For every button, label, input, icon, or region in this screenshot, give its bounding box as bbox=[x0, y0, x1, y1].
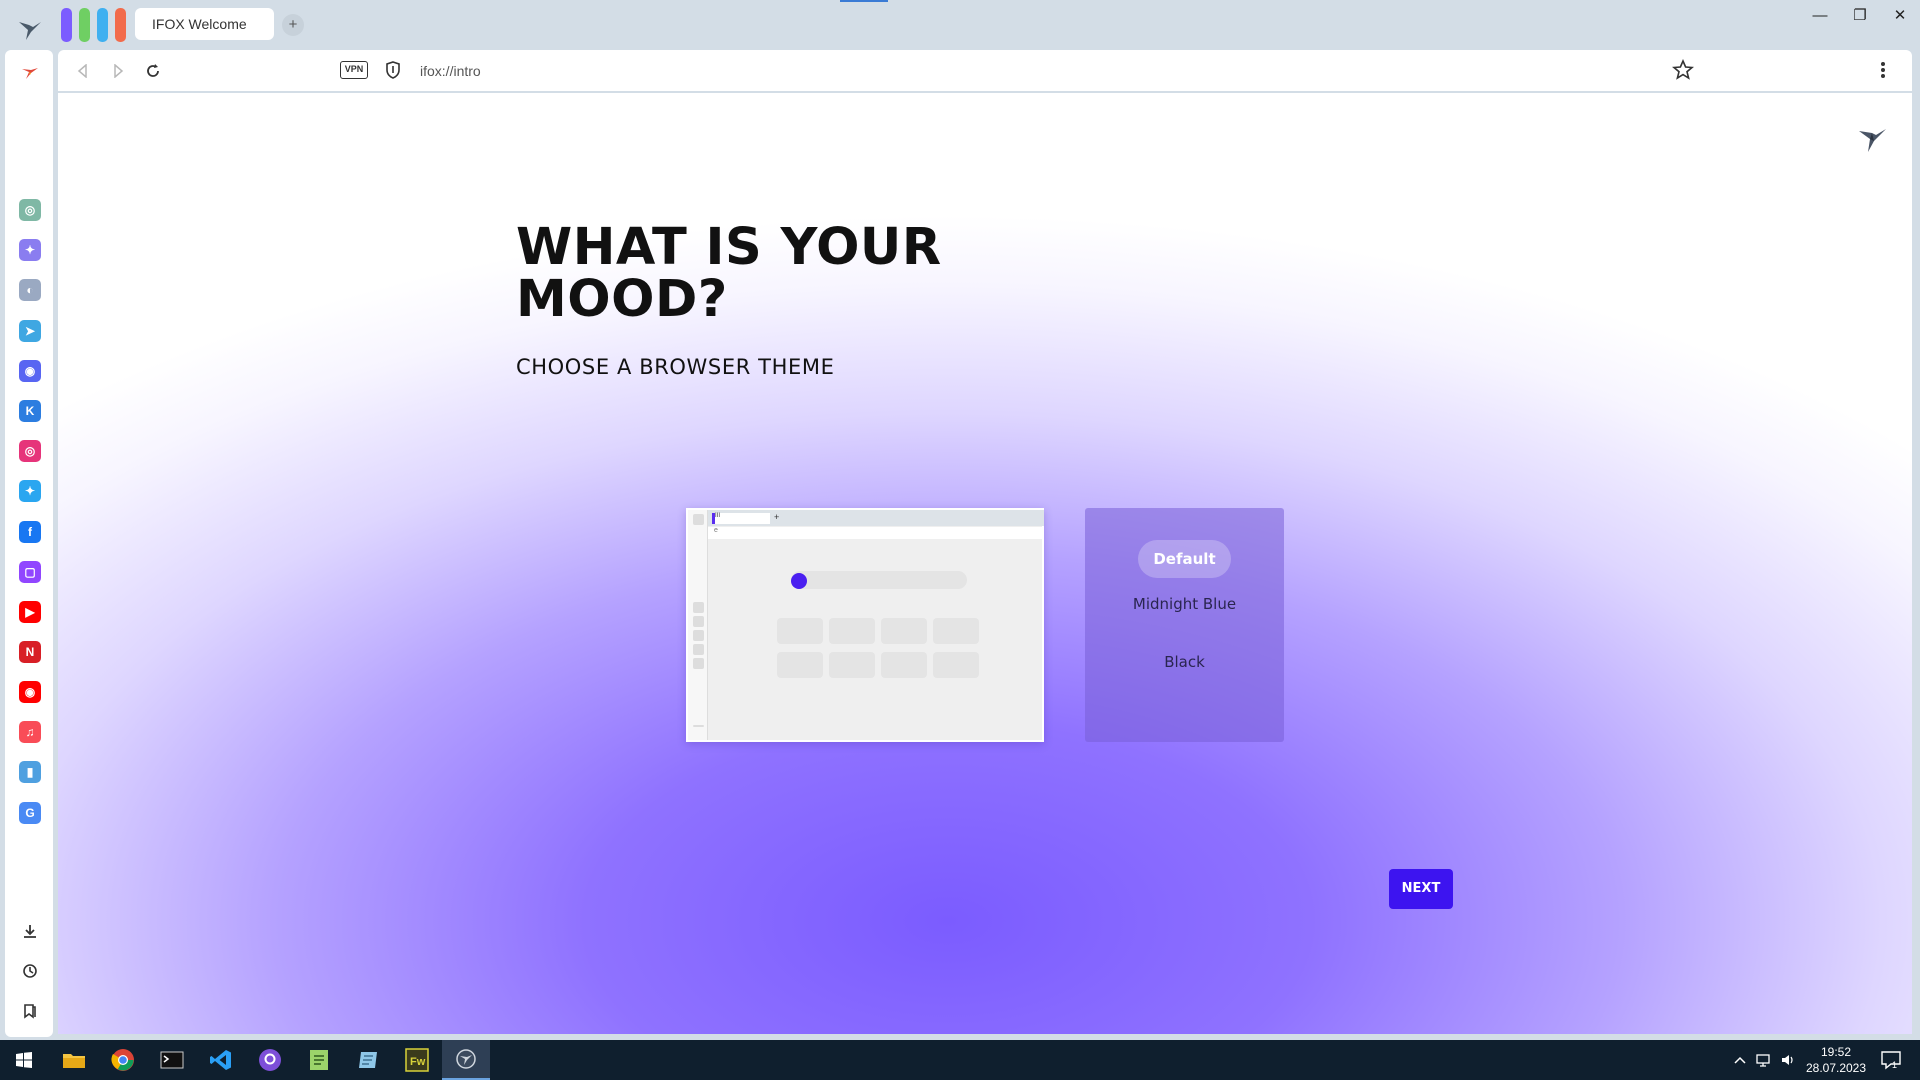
preview-search-bar bbox=[791, 571, 967, 589]
tray-chevron-up-icon[interactable] bbox=[1733, 1040, 1747, 1080]
workspace-pill-green[interactable] bbox=[79, 8, 90, 42]
preview-tile bbox=[881, 652, 927, 678]
preview-tile bbox=[777, 618, 823, 644]
theme-option-black[interactable]: Black bbox=[1085, 653, 1284, 671]
restore-button[interactable]: ❐ bbox=[1842, 4, 1878, 28]
tab-ifox-welcome[interactable]: IFOX Welcome bbox=[135, 8, 274, 40]
download-icon[interactable] bbox=[19, 920, 41, 942]
vpn-button[interactable]: VPN bbox=[340, 61, 368, 79]
terminal-icon[interactable] bbox=[148, 1040, 196, 1080]
ifox-bird-icon[interactable] bbox=[19, 62, 41, 84]
preview-tile bbox=[829, 652, 875, 678]
ifox-logo-icon[interactable] bbox=[16, 16, 44, 44]
theme-option-midnight-blue[interactable]: Midnight Blue bbox=[1085, 595, 1284, 613]
vscode-icon[interactable] bbox=[197, 1040, 245, 1080]
page-subtitle: CHOOSE A BROWSER THEME bbox=[516, 355, 835, 379]
history-icon[interactable] bbox=[19, 960, 41, 982]
chatgpt-icon[interactable]: ◎ bbox=[19, 199, 41, 221]
address-bar: VPN bbox=[58, 50, 1912, 91]
network-icon[interactable] bbox=[1755, 1040, 1773, 1080]
reload-button[interactable] bbox=[142, 60, 164, 82]
fireworks-icon[interactable]: Fw bbox=[393, 1040, 441, 1080]
notifications-icon[interactable]: 1 bbox=[1880, 1040, 1902, 1080]
workspace-pills bbox=[61, 8, 126, 42]
svg-text:Fw: Fw bbox=[410, 1056, 426, 1068]
app-sidebar: ◎ ✦ ◐ ➤ ◉ K ◎ ✦ f ▢ ▶ N ◉ ♫ ▮ G bbox=[5, 50, 53, 1037]
facebook-icon[interactable]: f bbox=[19, 521, 41, 543]
clock-date: 28.07.2023 bbox=[1805, 1061, 1867, 1075]
file-explorer-icon[interactable] bbox=[50, 1040, 98, 1080]
translate-icon[interactable]: G bbox=[19, 802, 41, 824]
preview-search-dot bbox=[791, 573, 807, 589]
volume-icon[interactable] bbox=[1780, 1040, 1796, 1080]
intro-page: WHAT IS YOUR MOOD? CHOOSE A BROWSER THEM… bbox=[58, 93, 1912, 1034]
browser-titlebar: IFOX Welcome + — ❐ ✕ bbox=[0, 0, 1920, 50]
next-button[interactable]: NEXT bbox=[1389, 869, 1453, 909]
shield-icon[interactable] bbox=[384, 60, 402, 85]
workspace-pill-blue[interactable] bbox=[97, 8, 108, 42]
drag-indicator bbox=[840, 0, 888, 2]
bookmark-star-icon[interactable] bbox=[1671, 58, 1695, 86]
twitter-icon[interactable]: ✦ bbox=[19, 480, 41, 502]
telegram-icon[interactable]: ➤ bbox=[19, 320, 41, 342]
start-button[interactable] bbox=[0, 1040, 48, 1080]
apple-music-icon[interactable]: ♫ bbox=[19, 721, 41, 743]
clock-time: 19:52 bbox=[1820, 1045, 1852, 1059]
minimize-button[interactable]: — bbox=[1802, 4, 1838, 28]
title-line2: MOOD? bbox=[516, 270, 728, 329]
browser-icon[interactable]: ◐ bbox=[19, 279, 41, 301]
preview-sidebar bbox=[688, 510, 708, 740]
new-tab-button[interactable]: + bbox=[282, 14, 304, 36]
preview-tile bbox=[829, 618, 875, 644]
notification-count: 1 bbox=[1892, 1060, 1897, 1070]
messenger-icon[interactable]: ✦ bbox=[19, 239, 41, 261]
preview-tile bbox=[777, 652, 823, 678]
deezer-icon[interactable]: ▮ bbox=[19, 761, 41, 783]
theme-preview: III + e bbox=[686, 508, 1044, 742]
preview-tile bbox=[933, 618, 979, 644]
vk-icon[interactable]: K bbox=[19, 400, 41, 422]
youtube-music-icon[interactable]: ◉ bbox=[19, 681, 41, 703]
tab-title: IFOX Welcome bbox=[152, 16, 247, 32]
ifox-logo-icon bbox=[1856, 123, 1888, 160]
preview-new-tab: + bbox=[774, 512, 780, 522]
instagram-icon[interactable]: ◎ bbox=[19, 440, 41, 462]
notepad-icon[interactable] bbox=[295, 1040, 343, 1080]
preview-tile bbox=[881, 618, 927, 644]
forward-button[interactable] bbox=[107, 60, 129, 82]
notes-app-icon[interactable] bbox=[344, 1040, 392, 1080]
back-button[interactable] bbox=[72, 60, 94, 82]
workspace-pill-orange[interactable] bbox=[115, 8, 126, 42]
bookmarks-icon[interactable] bbox=[19, 1000, 41, 1022]
theme-option-default[interactable]: Default bbox=[1138, 540, 1231, 578]
netflix-icon[interactable]: N bbox=[19, 641, 41, 663]
system-clock[interactable]: 19:52 28.07.2023 bbox=[1799, 1044, 1873, 1076]
kebab-menu-icon[interactable] bbox=[1880, 59, 1886, 86]
url-input[interactable] bbox=[420, 60, 1320, 82]
ifox-taskbar-icon[interactable] bbox=[442, 1040, 490, 1080]
windows-taskbar: Fw 19:52 28.07.2023 1 bbox=[0, 1040, 1920, 1080]
page-title: WHAT IS YOUR MOOD? bbox=[516, 222, 1116, 326]
chrome-icon[interactable] bbox=[99, 1040, 147, 1080]
discord-icon[interactable]: ◉ bbox=[19, 360, 41, 382]
preview-tab: III bbox=[712, 513, 770, 524]
close-button[interactable]: ✕ bbox=[1882, 4, 1918, 28]
preview-tile bbox=[933, 652, 979, 678]
preview-topbar: III + bbox=[708, 510, 1044, 526]
title-line1: WHAT IS YOUR bbox=[516, 218, 942, 277]
youtube-icon[interactable]: ▶ bbox=[19, 601, 41, 623]
workspace-pill-purple[interactable] bbox=[61, 8, 72, 42]
preview-url: e bbox=[708, 527, 1044, 539]
twitch-icon[interactable]: ▢ bbox=[19, 561, 41, 583]
github-icon[interactable] bbox=[246, 1040, 294, 1080]
theme-options-panel: Default Midnight Blue Black bbox=[1085, 508, 1284, 742]
